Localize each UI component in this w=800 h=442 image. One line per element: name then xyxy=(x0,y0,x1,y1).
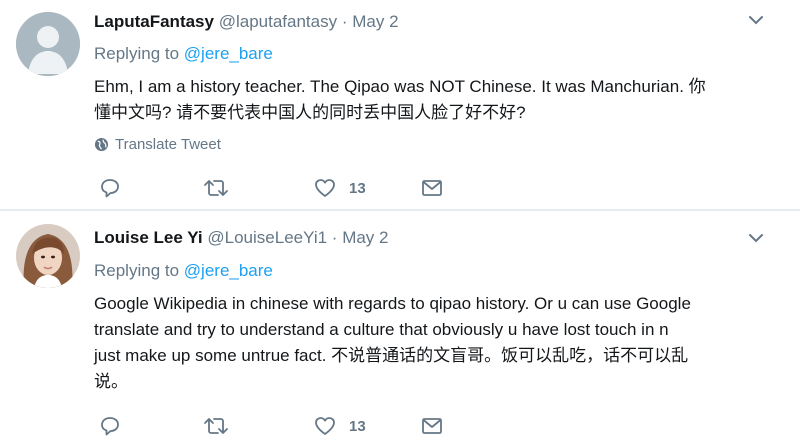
globe-icon xyxy=(94,137,109,152)
mail-icon xyxy=(422,418,442,434)
mention-link[interactable]: @jere_bare xyxy=(184,261,273,280)
profile-photo-icon xyxy=(16,224,80,288)
user-handle[interactable]: @laputafantasy xyxy=(219,12,337,31)
user-handle[interactable]: @LouiseLeeYi1 xyxy=(207,228,327,247)
display-name[interactable]: LaputaFantasy xyxy=(94,12,214,31)
like-button[interactable]: 13 xyxy=(313,176,366,200)
tweet-header: LaputaFantasy @laputafantasy · May 2 xyxy=(94,12,399,32)
replying-prefix: Replying to xyxy=(94,44,180,63)
direct-message-button[interactable] xyxy=(420,176,444,200)
translate-label[interactable]: Translate Tweet xyxy=(115,136,221,153)
separator-dot: · xyxy=(331,228,338,247)
mention-link[interactable]: @jere_bare xyxy=(184,44,273,63)
tweet-text: Google Wikipedia in chinese with regards… xyxy=(94,291,774,395)
reply-button[interactable] xyxy=(98,414,122,438)
tweet-actions: 13 xyxy=(98,414,458,438)
retweet-button[interactable] xyxy=(203,414,229,438)
retweet-icon xyxy=(204,418,228,434)
tweet-text-line: 懂中文吗? 请不要代表中国人的同时丢中国人脸了好不好? xyxy=(94,103,526,122)
chevron-down-icon[interactable] xyxy=(748,14,764,26)
reply-icon xyxy=(101,417,119,436)
translate-tweet-link[interactable]: Translate Tweet xyxy=(94,136,221,153)
like-count: 13 xyxy=(349,179,366,197)
heart-icon xyxy=(315,179,335,197)
replying-to-line: Replying to @jere_bare xyxy=(94,44,273,64)
heart-icon xyxy=(315,417,335,435)
tweet-text-line: Google Wikipedia in chinese with regards… xyxy=(94,294,691,313)
retweet-button[interactable] xyxy=(203,176,229,200)
chevron-down-icon[interactable] xyxy=(748,232,764,244)
reply-icon xyxy=(101,179,119,198)
replying-to-line: Replying to @jere_bare xyxy=(94,261,273,281)
tweet-text-line: Ehm, I am a history teacher. The Qipao w… xyxy=(94,77,706,96)
avatar-default[interactable] xyxy=(16,12,80,76)
like-count: 13 xyxy=(349,417,366,435)
tweet-divider xyxy=(0,209,800,211)
tweet-date[interactable]: May 2 xyxy=(342,228,388,247)
tweet-header: Louise Lee Yi @LouiseLeeYi1 · May 2 xyxy=(94,228,388,248)
tweet-date[interactable]: May 2 xyxy=(352,12,398,31)
retweet-icon xyxy=(204,180,228,196)
reply-button[interactable] xyxy=(98,176,122,200)
tweet-actions: 13 xyxy=(98,176,458,200)
tweet-text: Ehm, I am a history teacher. The Qipao w… xyxy=(94,74,774,126)
tweet-text-line: just make up some untrue fact. 不说普通话的文盲哥… xyxy=(94,346,689,365)
replying-prefix: Replying to xyxy=(94,261,180,280)
separator-dot: · xyxy=(341,12,348,31)
like-button[interactable]: 13 xyxy=(313,414,366,438)
tweet-text-line: 说。 xyxy=(94,372,128,391)
mail-icon xyxy=(422,180,442,196)
direct-message-button[interactable] xyxy=(420,414,444,438)
default-profile-icon xyxy=(16,12,80,76)
display-name[interactable]: Louise Lee Yi xyxy=(94,228,203,247)
tweet-text-line: translate and try to understand a cultur… xyxy=(94,320,669,339)
avatar-louise-lee-yi[interactable] xyxy=(16,224,80,288)
